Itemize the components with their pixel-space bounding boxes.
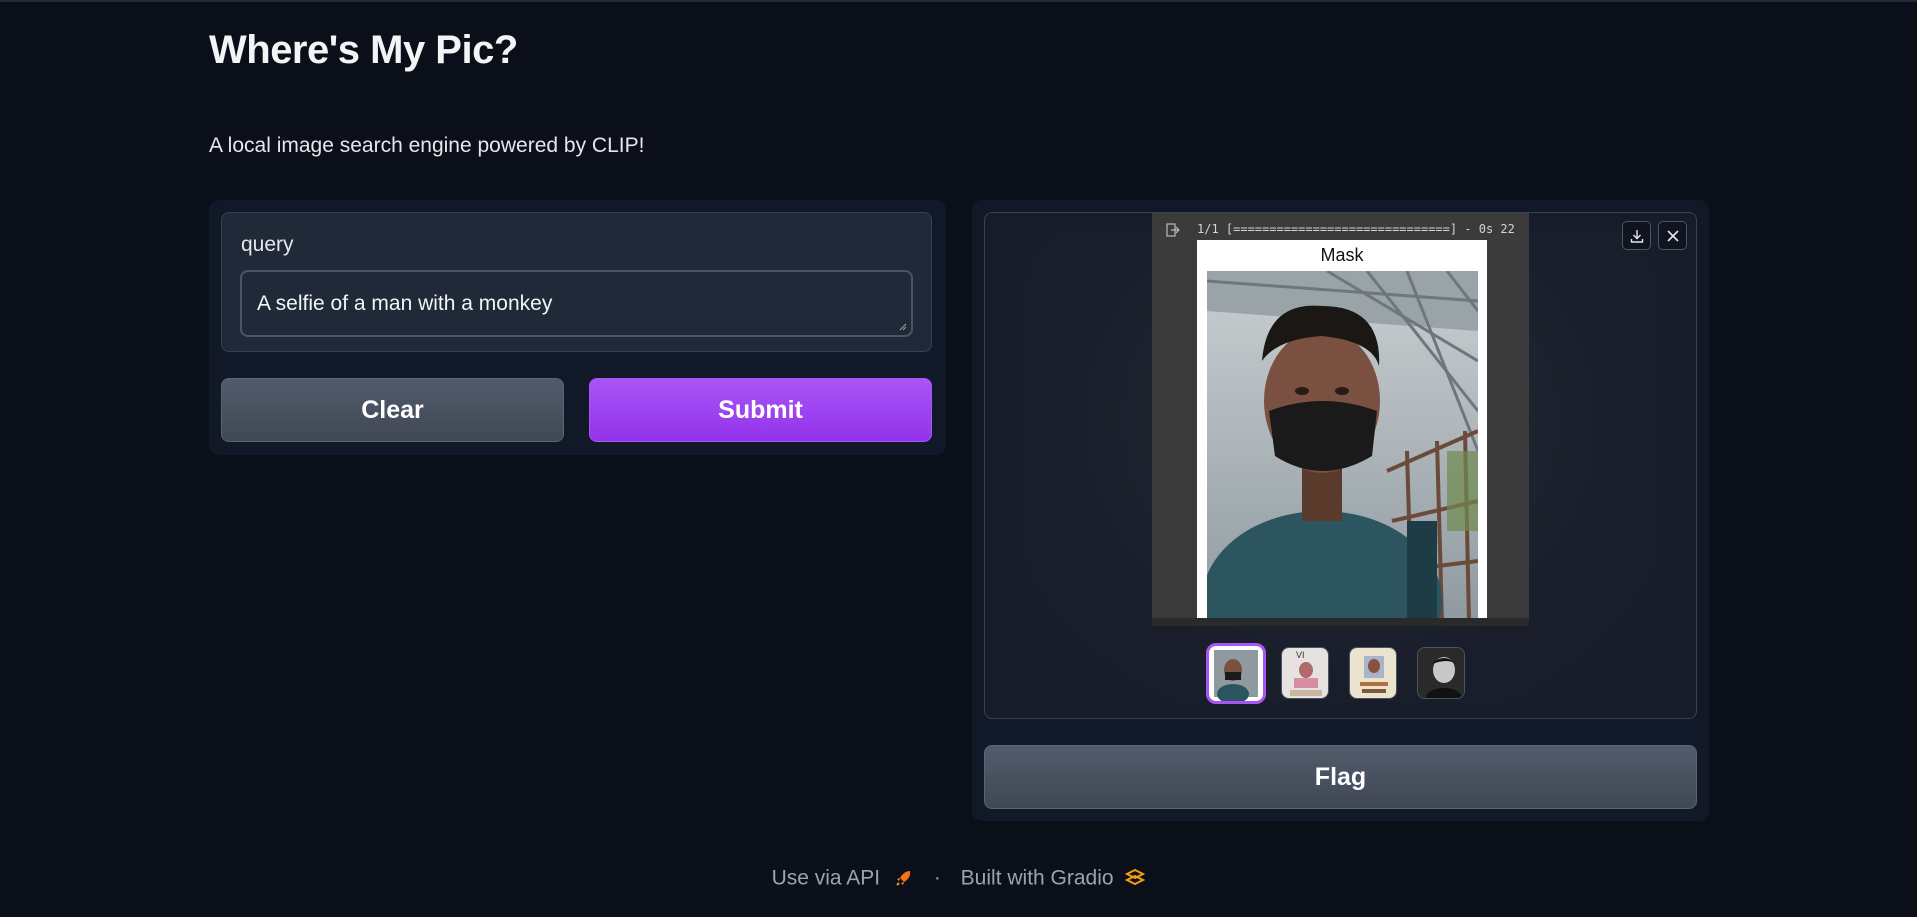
download-icon (1630, 229, 1643, 243)
query-input[interactable]: A selfie of a man with a monkey (240, 270, 913, 337)
thumbnail-image (1418, 648, 1464, 698)
thumbnail-image (1350, 648, 1396, 698)
thumbnail-label: VI (1296, 650, 1305, 660)
footer-separator: · (933, 866, 941, 890)
submit-button[interactable]: Submit (589, 378, 932, 442)
gallery-thumbnail[interactable] (1349, 647, 1397, 699)
page-title: Where's My Pic? (209, 28, 518, 72)
clear-button[interactable]: Clear (221, 378, 564, 442)
page-description: A local image search engine powered by C… (209, 134, 645, 157)
gallery: 1/1 [==============================] - 0… (984, 212, 1697, 719)
use-via-api-link[interactable]: Use via API (772, 866, 920, 889)
built-with-gradio-label: Built with Gradio (960, 866, 1114, 890)
top-divider (0, 0, 1917, 2)
gradio-logo-icon (1125, 869, 1146, 886)
preview-figure: Mask (1197, 240, 1487, 624)
thumbnail-image: VI (1282, 648, 1328, 698)
query-block: query A selfie of a man with a monkey (221, 212, 932, 352)
query-value: A selfie of a man with a monkey (257, 292, 553, 315)
close-icon (1666, 229, 1679, 242)
preview-progress-text: 1/1 [==============================] - 0… (1197, 222, 1515, 236)
selfie-photo-image (1207, 271, 1478, 622)
rocket-icon (896, 871, 911, 887)
close-button[interactable] (1658, 221, 1687, 250)
preview-image[interactable]: 1/1 [==============================] - 0… (1152, 213, 1529, 626)
thumbnail-image (1209, 646, 1263, 701)
footer: Use via API · Built with Gradio (0, 866, 1917, 890)
selfie-photo (1207, 271, 1478, 622)
input-panel: query A selfie of a man with a monkey Cl… (209, 200, 946, 455)
download-button[interactable] (1622, 221, 1651, 250)
built-with-gradio-link[interactable]: Built with Gradio (961, 866, 1146, 889)
gallery-thumbnail[interactable] (1417, 647, 1465, 699)
resize-grip-icon[interactable] (899, 323, 907, 331)
gallery-thumbnail[interactable]: VI (1281, 647, 1329, 699)
preview-scrollbar[interactable] (1152, 618, 1529, 626)
gallery-thumbnail[interactable] (1206, 643, 1266, 704)
preview-figure-title: Mask (1320, 245, 1364, 265)
flag-button[interactable]: Flag (984, 745, 1697, 809)
use-via-api-label: Use via API (771, 866, 881, 890)
exit-icon (1166, 223, 1180, 237)
query-label: query (241, 233, 294, 256)
output-panel: 1/1 [==============================] - 0… (972, 200, 1709, 821)
